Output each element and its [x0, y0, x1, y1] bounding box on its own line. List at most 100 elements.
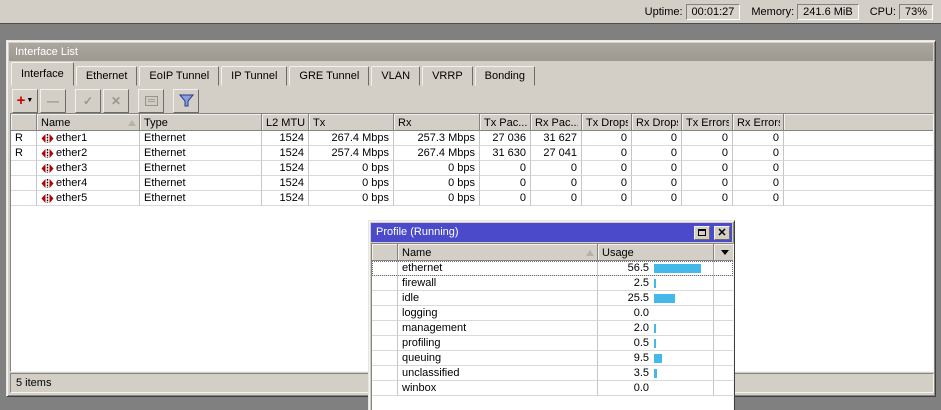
- cell-flag: R: [11, 131, 37, 146]
- cell-flags: [372, 381, 398, 396]
- add-button[interactable]: + ▼: [12, 89, 38, 113]
- cell-rxp-value: 31 627: [543, 132, 577, 144]
- cell-txp: 0: [480, 191, 531, 206]
- tab-ip-tunnel[interactable]: IP Tunnel: [221, 66, 287, 86]
- close-icon: ✕: [717, 228, 726, 238]
- profile-name-value: queuing: [402, 352, 441, 364]
- column-header-rx-errors[interactable]: Rx Errors: [733, 114, 784, 131]
- profile-titlebar[interactable]: Profile (Running) ✕: [371, 223, 732, 242]
- interface-row-ether1[interactable]: Rether1Ethernet1524267.4 Mbps257.3 Mbps2…: [11, 131, 933, 146]
- tab-eoip-tunnel[interactable]: EoIP Tunnel: [139, 66, 219, 86]
- cell-type: Ethernet: [140, 161, 262, 176]
- cell-txp: 0: [480, 176, 531, 191]
- tab-gre-tunnel[interactable]: GRE Tunnel: [289, 66, 369, 86]
- column-header-rx-drops[interactable]: Rx Drops: [632, 114, 682, 131]
- cell-usage: 25.5: [598, 291, 714, 306]
- profile-row-management[interactable]: management2.0: [372, 321, 733, 336]
- cell-txd-value: 0: [621, 192, 627, 204]
- cell-txe: 0: [682, 146, 733, 161]
- column-header-label: Name: [41, 117, 126, 129]
- cell-flags: [372, 261, 398, 276]
- cell-end: [714, 306, 734, 321]
- interface-row-ether3[interactable]: ether3Ethernet15240 bps0 bps000000: [11, 161, 933, 176]
- profile-table-header: NameUsage: [372, 244, 733, 261]
- close-button[interactable]: ✕: [714, 226, 730, 240]
- status-strip: Uptime: 00:01:27 Memory: 241.6 MiB CPU: …: [0, 0, 941, 24]
- cell-rxd-value: 0: [671, 132, 677, 144]
- cell-l2mtu: 1524: [262, 191, 309, 206]
- cell-l2mtu: 1524: [262, 131, 309, 146]
- column-header-tx-pac-[interactable]: Tx Pac...: [480, 114, 531, 131]
- tab-bonding[interactable]: Bonding: [475, 66, 535, 86]
- column-header-tx-drops[interactable]: Tx Drops: [582, 114, 632, 131]
- usage-bar: [654, 279, 656, 288]
- profile-row-unclassified[interactable]: unclassified3.5: [372, 366, 733, 381]
- cell-flag-value: R: [15, 147, 23, 159]
- cell-name: winbox: [398, 381, 598, 396]
- column-header-l2-mtu[interactable]: L2 MTU: [262, 114, 309, 131]
- cell-filler: [784, 176, 933, 191]
- column-header-rx-pac-[interactable]: Rx Pac...: [531, 114, 582, 131]
- cell-rxd: 0: [632, 146, 682, 161]
- maximize-button[interactable]: [694, 226, 710, 240]
- interface-table-header: Name TypeL2 MTUTxRxTx Pac...Rx Pac...Tx D…: [11, 114, 933, 131]
- cell-txe-value: 0: [722, 192, 728, 204]
- profile-row-firewall[interactable]: firewall2.5: [372, 276, 733, 291]
- cell-rxd: 0: [632, 161, 682, 176]
- cell-txd: 0: [582, 176, 632, 191]
- usage-value: 25.5: [598, 292, 654, 304]
- cell-tx-value: 0 bps: [362, 162, 389, 174]
- profile-columns-dropdown-button[interactable]: [714, 244, 734, 261]
- cell-rxe-value: 0: [773, 132, 779, 144]
- cell-tx: 0 bps: [309, 176, 394, 191]
- cell-rxd: 0: [632, 176, 682, 191]
- cell-rxp-value: 27 041: [543, 147, 577, 159]
- tab-interface[interactable]: Interface: [11, 62, 74, 86]
- profile-row-queuing[interactable]: queuing 9.5: [372, 351, 733, 366]
- interface-row-ether2[interactable]: Rether2Ethernet1524257.4 Mbps267.4 Mbps3…: [11, 146, 933, 161]
- cell-name: firewall: [398, 276, 598, 291]
- profile-row-winbox[interactable]: winbox0.0: [372, 381, 733, 396]
- usage-value: 2.5: [598, 277, 654, 289]
- column-header-flags[interactable]: [11, 114, 37, 131]
- profile-row-logging[interactable]: logging0.0: [372, 306, 733, 321]
- interface-row-ether5[interactable]: ether5Ethernet15240 bps0 bps000000: [11, 191, 933, 206]
- profile-column-header-name[interactable]: Name: [398, 244, 598, 261]
- profile-column-header-usage[interactable]: Usage: [598, 244, 714, 261]
- disable-button[interactable]: ✕: [103, 89, 129, 113]
- tab-vlan[interactable]: VLAN: [371, 66, 420, 86]
- cell-txd: 0: [582, 191, 632, 206]
- cell-l2mtu: 1524: [262, 146, 309, 161]
- interface-row-ether4[interactable]: ether4Ethernet15240 bps0 bps000000: [11, 176, 933, 191]
- enable-button[interactable]: ✓: [75, 89, 101, 113]
- cell-usage: 2.0: [598, 321, 714, 336]
- column-header-tx[interactable]: Tx: [309, 114, 394, 131]
- profile-row-profiling[interactable]: profiling0.5: [372, 336, 733, 351]
- column-header-tx-errors[interactable]: Tx Errors: [682, 114, 733, 131]
- cell-flag: R: [11, 146, 37, 161]
- cell-usage: 9.5: [598, 351, 714, 366]
- cell-rxd-value: 0: [671, 147, 677, 159]
- disable-cross-icon: ✕: [111, 94, 121, 108]
- filter-button[interactable]: [173, 89, 199, 113]
- cell-txe-value: 0: [722, 147, 728, 159]
- interface-list-titlebar[interactable]: Interface List: [9, 43, 933, 61]
- remove-button[interactable]: —: [40, 89, 66, 113]
- profile-column-header-flags[interactable]: [372, 244, 398, 261]
- cell-rxp: 0: [531, 176, 582, 191]
- cell-end: [714, 321, 734, 336]
- tab-vrrp[interactable]: VRRP: [422, 66, 473, 86]
- cell-name-value: ether4: [56, 177, 87, 189]
- column-header-label: Tx Errors: [686, 117, 729, 129]
- cell-name: idle: [398, 291, 598, 306]
- column-header-rx[interactable]: Rx: [394, 114, 480, 131]
- cell-l2mtu-value: 1524: [280, 132, 304, 144]
- column-header-name[interactable]: Name: [37, 114, 140, 131]
- profile-row-idle[interactable]: idle25.5: [372, 291, 733, 306]
- column-header-type[interactable]: Type: [140, 114, 262, 131]
- cell-txe: 0: [682, 191, 733, 206]
- tab-ethernet[interactable]: Ethernet: [76, 66, 138, 86]
- comment-button[interactable]: [138, 89, 164, 113]
- cell-rxp: 0: [531, 191, 582, 206]
- profile-row-ethernet[interactable]: ethernet56.5: [372, 261, 733, 276]
